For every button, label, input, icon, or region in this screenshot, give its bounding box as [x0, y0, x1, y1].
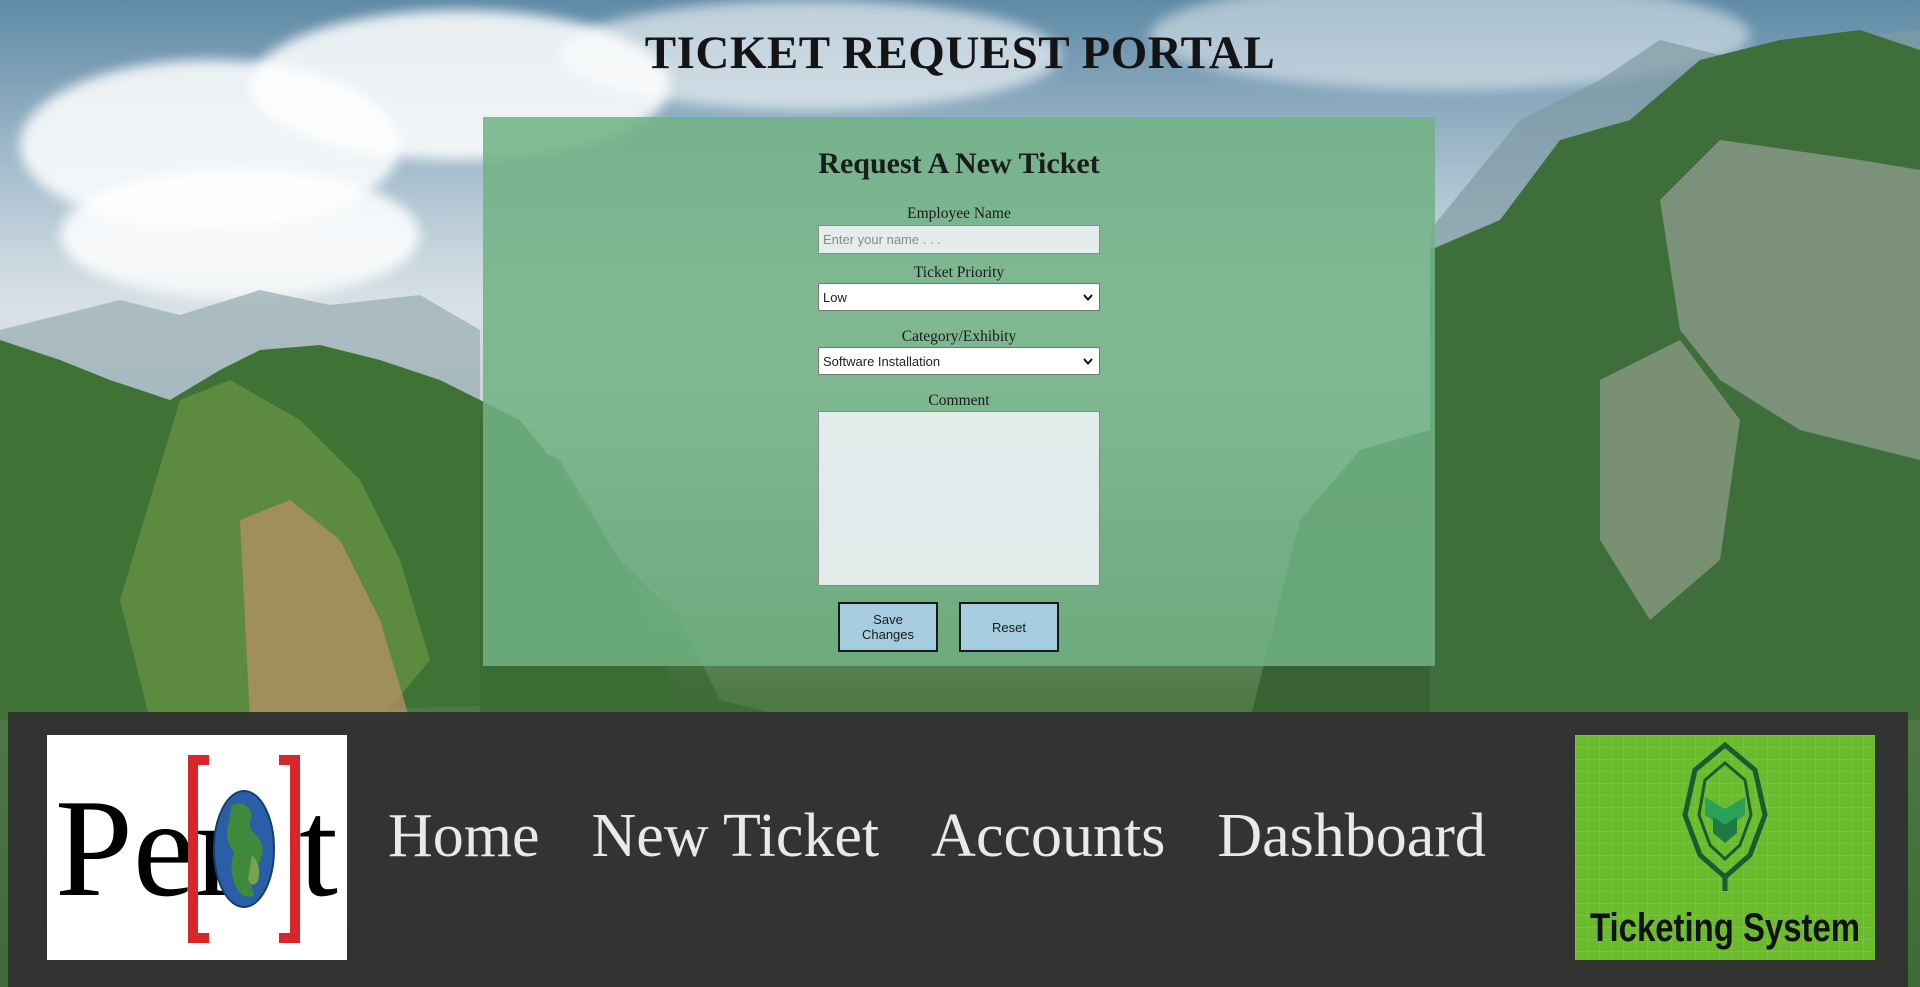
- category-select[interactable]: Software Installation: [818, 347, 1100, 375]
- page-title: TICKET REQUEST PORTAL: [644, 27, 1276, 79]
- category-label: Category/Exhibity: [901, 328, 1017, 345]
- save-button-label-line2: Changes: [861, 627, 915, 642]
- nav-home[interactable]: Home: [388, 800, 540, 872]
- employee-name-input[interactable]: Enter your name . . .: [818, 225, 1100, 254]
- form-heading: Request A New Ticket: [818, 147, 1100, 180]
- comment-label: Comment: [928, 392, 990, 409]
- ticketing-system-logo-text: Ticketing System: [1590, 906, 1860, 950]
- priority-label: Ticket Priority: [913, 264, 1005, 281]
- nav-new-ticket[interactable]: New Ticket: [592, 800, 880, 872]
- employee-name-placeholder: Enter your name . . .: [823, 232, 941, 247]
- chevron-down-icon: [1081, 354, 1095, 368]
- comment-textarea[interactable]: [818, 411, 1100, 586]
- nav-dashboard[interactable]: Dashboard: [1217, 800, 1486, 872]
- save-button-label-line1: Save: [873, 612, 903, 627]
- reset-button[interactable]: Reset: [959, 602, 1059, 652]
- logo-text-suffix: t: [299, 771, 338, 926]
- priority-select[interactable]: Low: [818, 283, 1100, 311]
- chevron-down-icon: [1081, 290, 1095, 304]
- employee-name-label: Employee Name: [907, 205, 1011, 222]
- footer-nav-bar: Per t Home New Ticket Accounts Dashboard: [8, 712, 1908, 987]
- category-selected-value: Software Installation: [823, 353, 941, 369]
- globe-icon: [213, 790, 275, 908]
- save-changes-button[interactable]: Save Changes: [838, 602, 938, 652]
- nav-accounts[interactable]: Accounts: [931, 800, 1165, 872]
- main-nav: Home New Ticket Accounts Dashboard: [388, 800, 1486, 872]
- priority-selected-value: Low: [823, 289, 847, 305]
- ticket-form-panel: Request A New Ticket Employee Name Enter…: [483, 117, 1435, 666]
- perot-logo[interactable]: Per t: [47, 735, 347, 960]
- ticketing-system-logo[interactable]: Ticketing System: [1575, 735, 1875, 960]
